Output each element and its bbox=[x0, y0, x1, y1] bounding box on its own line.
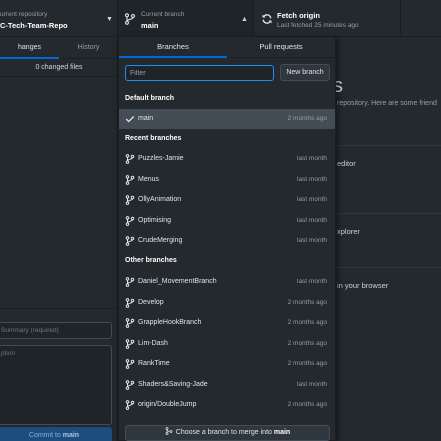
branch-row[interactable]: Shaders&Saving-Jade last month bbox=[119, 375, 335, 395]
commit-description-input[interactable]: ption bbox=[0, 345, 112, 425]
recent-branches-header: Recent branches bbox=[125, 135, 182, 142]
commit-button-label: Commit to bbox=[28, 432, 63, 439]
branch-row[interactable]: Daniel_MovementBranch last month bbox=[119, 272, 335, 292]
branch-name: Develop bbox=[138, 298, 164, 306]
commit-button[interactable]: Commit to main bbox=[0, 427, 112, 441]
branch-name: Lim-Dash bbox=[138, 339, 168, 347]
main-intro-text: repository. Here are some friend bbox=[337, 100, 437, 107]
sync-icon bbox=[262, 14, 272, 24]
branch-time: last month bbox=[297, 380, 327, 388]
check-icon bbox=[125, 116, 135, 123]
other-branches-header: Other branches bbox=[125, 257, 177, 264]
branch-filter-input[interactable] bbox=[125, 65, 274, 81]
branch-dropdown: Branches Pull requests New branch Defaul… bbox=[118, 37, 336, 441]
branch-time: 2 months ago bbox=[287, 319, 327, 326]
branch-row-main[interactable]: main 2 months ago bbox=[119, 109, 335, 129]
tab-branches[interactable]: Branches bbox=[119, 37, 227, 58]
dropdown-tabs: Branches Pull requests bbox=[119, 37, 335, 58]
branch-icon bbox=[125, 174, 135, 185]
branch-time: last month bbox=[297, 196, 327, 203]
branch-icon bbox=[125, 236, 135, 246]
branch-icon bbox=[124, 13, 136, 25]
sidebar: hanges History 0 changed files ption Com… bbox=[0, 37, 118, 441]
commit-button-branch: main bbox=[62, 432, 80, 439]
open-editor-option[interactable]: editor bbox=[337, 159, 356, 168]
branch-icon bbox=[125, 338, 135, 349]
branch-icon bbox=[125, 379, 135, 390]
branch-name: RankTime bbox=[138, 360, 170, 367]
branch-time: 2 months ago bbox=[287, 115, 327, 122]
branch-row[interactable]: Menus last month bbox=[119, 170, 335, 190]
merge-icon bbox=[165, 427, 173, 435]
merge-button-branch: main bbox=[273, 429, 291, 436]
branch-time: last month bbox=[297, 175, 327, 183]
branch-row[interactable]: CrudeMerging last month bbox=[119, 231, 335, 251]
fetch-origin-button[interactable]: Last fetched 25 minutes ago Fetch origin bbox=[254, 0, 401, 37]
merge-button-label: Choose a branch to merge into bbox=[175, 429, 274, 436]
branch-icon bbox=[125, 400, 135, 410]
branch-name: OllyAnimation bbox=[138, 196, 182, 203]
divider bbox=[337, 213, 441, 214]
branch-row[interactable]: origin/DoubleJump 2 months ago bbox=[119, 395, 335, 415]
branch-row[interactable]: OllyAnimation last month bbox=[119, 190, 335, 210]
open-explorer-option[interactable]: xplorer bbox=[337, 227, 360, 236]
branch-time: last month bbox=[297, 216, 327, 224]
branch-row[interactable]: GrappleHookBranch 2 months ago bbox=[119, 313, 335, 333]
current-repository-caption: urrent repository bbox=[0, 11, 48, 18]
branch-row[interactable]: Lim-Dash 2 months ago bbox=[119, 334, 335, 354]
branch-time: 2 months ago bbox=[287, 360, 327, 367]
current-branch-button[interactable]: Current branch main ▲ bbox=[118, 0, 254, 37]
divider bbox=[337, 145, 441, 146]
fetch-last-fetched: Last fetched 25 minutes ago bbox=[277, 22, 359, 29]
branch-icon bbox=[125, 318, 135, 328]
branch-name: Shaders&Saving-Jade bbox=[138, 380, 208, 388]
current-branch-caption: Current branch bbox=[141, 11, 185, 18]
branch-icon bbox=[125, 154, 135, 164]
tab-changes[interactable]: hanges bbox=[0, 37, 59, 59]
branch-time: last month bbox=[297, 155, 327, 162]
current-branch-name: main bbox=[141, 21, 159, 30]
tab-history[interactable]: History bbox=[59, 37, 118, 59]
default-branch-header: Default branch bbox=[125, 95, 175, 102]
tab-pull-requests[interactable]: Pull requests bbox=[227, 37, 335, 58]
branch-row[interactable]: Develop 2 months ago bbox=[119, 293, 335, 313]
commit-summary-input[interactable] bbox=[0, 322, 112, 339]
branch-row[interactable]: RankTime 2 months ago bbox=[119, 354, 335, 374]
branch-name: Daniel_MovementBranch bbox=[138, 278, 217, 285]
merge-into-branch-button[interactable]: Choose a branch to merge into main bbox=[125, 425, 330, 441]
branch-time: 2 months ago bbox=[287, 298, 327, 306]
divider bbox=[337, 267, 441, 268]
caret-down-icon: ▼ bbox=[106, 16, 113, 23]
sidebar-tabs: hanges History bbox=[0, 37, 118, 59]
branch-icon bbox=[125, 297, 135, 308]
branch-icon bbox=[125, 215, 135, 226]
branch-time: 2 months ago bbox=[287, 401, 327, 408]
branch-time: last month bbox=[297, 237, 327, 244]
current-repository-button[interactable]: urrent repository C-Tech-Team-Repo ▼ bbox=[0, 0, 118, 37]
branch-time: last month bbox=[297, 278, 327, 285]
current-repository-name: C-Tech-Team-Repo bbox=[0, 21, 68, 30]
branch-name: main bbox=[138, 115, 154, 122]
new-branch-button[interactable]: New branch bbox=[280, 64, 330, 81]
branch-name: origin/DoubleJump bbox=[138, 401, 197, 408]
branch-name: Menus bbox=[138, 175, 160, 183]
caret-up-icon: ▲ bbox=[241, 16, 248, 23]
branch-name: Optimising bbox=[138, 216, 172, 224]
open-browser-option[interactable]: in your browser bbox=[337, 281, 388, 290]
changed-files-count: 0 changed files bbox=[0, 59, 118, 77]
branch-icon bbox=[125, 277, 135, 287]
branch-row[interactable]: Optimising last month bbox=[119, 211, 335, 231]
toolbar: urrent repository C-Tech-Team-Repo ▼ Cur… bbox=[0, 0, 441, 37]
branch-name: CrudeMerging bbox=[138, 237, 183, 244]
branch-icon bbox=[125, 195, 135, 205]
fetch-origin-title: Fetch origin bbox=[277, 11, 320, 20]
branch-icon bbox=[125, 359, 135, 369]
branch-name: Puzzles-Jamie bbox=[138, 155, 184, 162]
branch-time: 2 months ago bbox=[287, 339, 327, 347]
branch-name: GrappleHookBranch bbox=[138, 319, 202, 326]
branch-row[interactable]: Puzzles-Jamie last month bbox=[119, 149, 335, 169]
commit-area: ption Commit to main bbox=[0, 308, 118, 441]
